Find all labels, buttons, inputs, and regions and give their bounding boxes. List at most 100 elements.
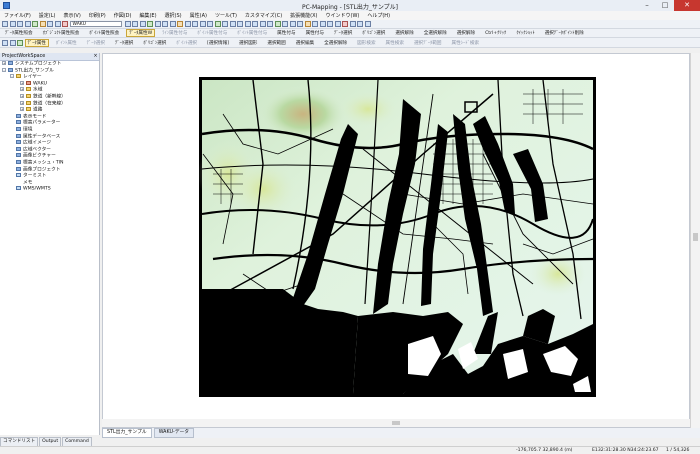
tool-shape-search[interactable]: 図形検索 xyxy=(354,39,378,47)
menu-edit[interactable]: 編集(E) xyxy=(139,12,156,19)
new-icon[interactable] xyxy=(2,21,8,27)
tool-selected-shape[interactable]: 選択図形 xyxy=(236,39,260,47)
menu-extensions[interactable]: 拡張機能(X) xyxy=(290,12,317,19)
previous-view-icon[interactable] xyxy=(289,21,296,27)
area-icon[interactable] xyxy=(214,21,221,27)
filter-icon[interactable] xyxy=(334,21,341,27)
undo-icon[interactable] xyxy=(47,21,53,27)
menu-file[interactable]: ファイル(F) xyxy=(4,12,31,19)
tree-item[interactable]: WMS/WMTS xyxy=(0,186,99,193)
print-icon[interactable] xyxy=(24,21,31,27)
tool-data-attribute-window[interactable]: ﾃﾞｰﾀ属性W xyxy=(126,29,156,37)
tool-attribute-assign-2[interactable]: 属性付与 xyxy=(303,29,327,37)
menu-window[interactable]: ウインドウ(W) xyxy=(326,12,360,19)
menu-settings[interactable]: 設定(L) xyxy=(39,12,56,19)
tool-attribute-assign[interactable]: 属性付与 xyxy=(274,29,298,37)
collapse-icon[interactable]: - xyxy=(2,67,6,72)
tree-item[interactable]: - レイヤー xyxy=(0,74,99,81)
window-icon[interactable] xyxy=(357,21,363,27)
rotate-icon[interactable] xyxy=(199,21,206,27)
tree-item[interactable]: + 鉄道（新幹線） xyxy=(0,93,99,101)
tool-data-select-3[interactable]: ﾃﾞｰﾀ選択 xyxy=(84,39,108,47)
grid-icon[interactable] xyxy=(192,21,198,27)
map-window[interactable] xyxy=(102,53,690,428)
expand-icon[interactable]: + xyxy=(20,100,24,105)
snap-icon[interactable] xyxy=(184,21,191,27)
line-icon[interactable] xyxy=(154,21,161,27)
tool-point-attribute-assign-2[interactable]: ﾎﾟｲﾝﾄ属性付与 xyxy=(234,29,270,37)
zoom-out-icon[interactable] xyxy=(252,21,258,27)
tree-item[interactable]: 環境 xyxy=(0,126,99,134)
tool-point-attribute[interactable]: ﾎﾟｲﾝﾄ属性 xyxy=(53,39,80,47)
vertical-scrollbar[interactable] xyxy=(690,53,700,428)
layer-select[interactable]: WAKU xyxy=(69,21,122,27)
open-icon[interactable] xyxy=(9,21,16,27)
tree-item[interactable]: + 鉄道（在来線） xyxy=(0,100,99,108)
menu-tools[interactable]: ツール(T) xyxy=(215,12,237,19)
polygon-icon[interactable] xyxy=(147,21,153,27)
tree-item[interactable]: 画像ビクチャー xyxy=(0,153,99,160)
tree-item[interactable]: + 道路 xyxy=(0,107,99,114)
table-icon[interactable] xyxy=(312,21,318,27)
select-icon[interactable] xyxy=(17,39,23,46)
tool-selection-info[interactable]: [選択情報] xyxy=(204,39,232,47)
expand-icon[interactable]: + xyxy=(2,61,6,65)
refresh-icon[interactable] xyxy=(282,21,288,27)
tool-selected-data-range[interactable]: 選択ﾃﾞｰﾀ範囲 xyxy=(411,39,445,47)
tool-data-attribute[interactable]: ﾃﾞｰﾀ属性 xyxy=(24,38,49,47)
3d-view-icon[interactable] xyxy=(304,21,311,27)
redo-icon[interactable] xyxy=(54,21,61,27)
tree-item[interactable]: 画像プロジェクト xyxy=(0,166,99,174)
chart-icon[interactable] xyxy=(319,21,326,27)
tool-polygon-select-3[interactable]: ﾎﾟﾘｺﾞﾝ選択 xyxy=(140,39,169,47)
tool-point-attribute-assign[interactable]: ﾎﾟｲﾝﾄ属性付与 xyxy=(194,29,230,37)
tool-data-attribute-query[interactable]: ﾃﾞｰﾀ属性照会 xyxy=(2,29,36,37)
tool-deselect-all[interactable]: 全選択解除 xyxy=(421,29,450,37)
pan-icon[interactable] xyxy=(267,21,273,27)
menu-view[interactable]: 表示(V) xyxy=(63,12,80,19)
tree-item[interactable]: + システムプロジェクト xyxy=(0,61,99,68)
tool-quick-shot[interactable]: ｸｲｯｸｼｮｯﾄ xyxy=(513,29,537,37)
cursor-icon[interactable] xyxy=(2,39,8,46)
panel-close-icon[interactable]: × xyxy=(93,53,99,60)
copy-icon[interactable] xyxy=(139,21,146,27)
tool-attribute-search[interactable]: 属性検索 xyxy=(383,39,407,47)
merge-icon[interactable] xyxy=(237,21,243,27)
tool-polygon-select[interactable]: ﾎﾟﾘｺﾞﾝ選択 xyxy=(359,29,388,37)
layer-icon[interactable] xyxy=(32,21,38,27)
help-icon[interactable] xyxy=(364,21,371,27)
tree-item[interactable]: 表示モード xyxy=(0,113,99,121)
layer-color-icon[interactable] xyxy=(62,21,68,27)
expand-icon[interactable]: + xyxy=(20,80,24,85)
tool-data-select-4[interactable]: ﾃﾞｰﾀ選択 xyxy=(112,39,136,47)
scroll-thumb[interactable] xyxy=(693,233,698,241)
delete-icon[interactable] xyxy=(342,21,348,27)
tool-data-select[interactable]: ﾃﾞｰﾀ選択 xyxy=(331,29,355,37)
next-view-icon[interactable] xyxy=(297,21,303,27)
tool-delete-selected-points[interactable]: 選択ﾃﾞｰﾀﾎﾟｲﾝﾄ削除 xyxy=(542,29,587,37)
expand-icon[interactable]: + xyxy=(20,87,24,92)
tool-selection-edit[interactable]: 選択編集 xyxy=(293,39,317,47)
tree-item[interactable]: 広域イメージ xyxy=(0,140,99,147)
tool-point-attribute-query[interactable]: ﾎﾟｲﾝﾄ属性照会 xyxy=(86,29,122,37)
tree-item[interactable]: ターミスト xyxy=(0,173,99,180)
map-canvas[interactable] xyxy=(103,54,689,420)
full-extent-icon[interactable] xyxy=(274,21,281,27)
tool-line-attribute-assign[interactable]: ﾗｲﾝ属性付与 xyxy=(159,29,190,37)
tool-attribute-seed-search[interactable]: 属性ｼｰﾄﾞ検索 xyxy=(449,39,483,47)
tree-item[interactable]: + WAKU xyxy=(0,80,99,88)
mirror-icon[interactable] xyxy=(207,21,213,27)
menu-attribute[interactable]: 属性(A) xyxy=(190,12,207,19)
save-icon[interactable] xyxy=(17,21,23,27)
tree-item[interactable]: メモ xyxy=(0,180,99,187)
menu-help[interactable]: ヘルプ(H) xyxy=(367,12,390,19)
tree-item[interactable]: 標高パラメーター xyxy=(0,120,99,127)
horizontal-scrollbar[interactable] xyxy=(102,419,690,427)
tree-item[interactable]: 広域ベクター xyxy=(0,146,99,154)
collapse-icon[interactable]: - xyxy=(10,74,14,79)
query-icon[interactable] xyxy=(327,21,333,27)
zoom-in-icon[interactable] xyxy=(244,21,251,27)
zoom-window-icon[interactable] xyxy=(259,21,266,27)
menu-select[interactable]: 選択(S) xyxy=(165,12,182,19)
tool-object-attribute-query[interactable]: ｵﾌﾞｼﾞｪｸﾄ属性照会 xyxy=(40,29,83,37)
